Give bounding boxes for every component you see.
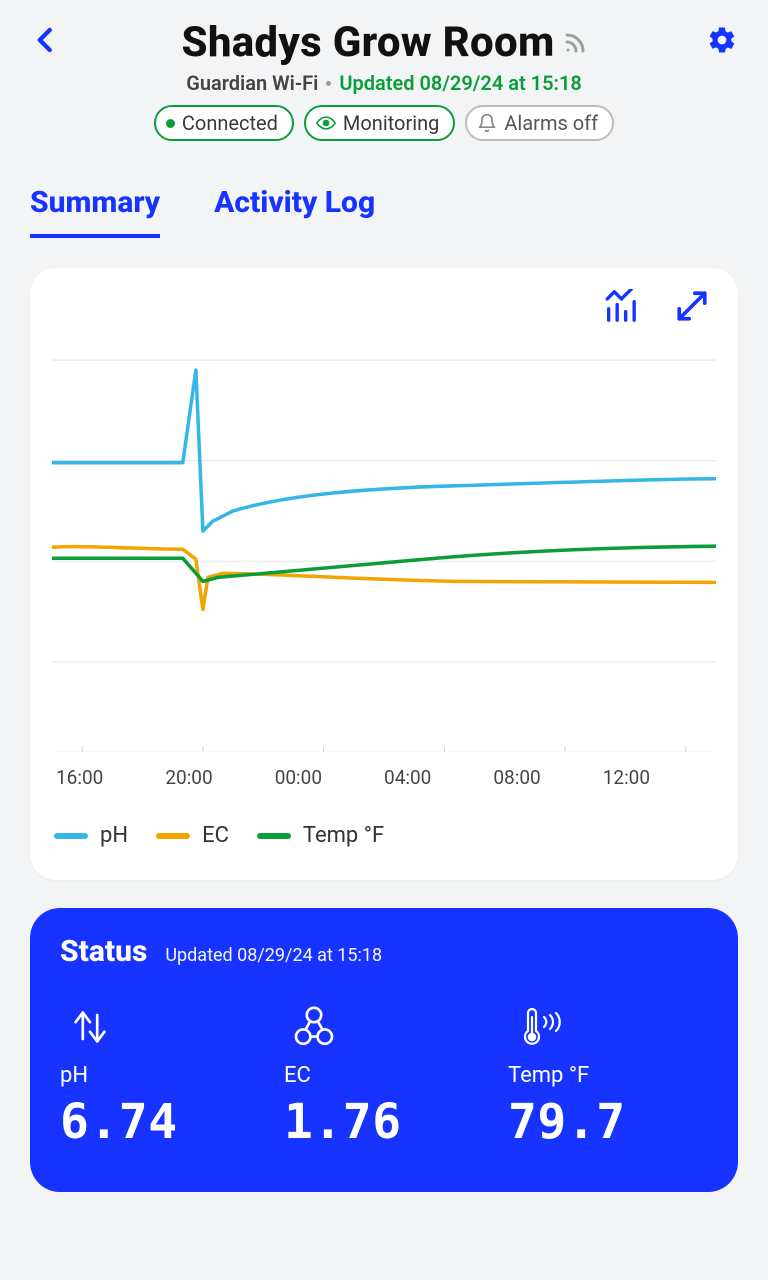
legend-label-temp: Temp °F [303,823,384,848]
badge-alarms-label: Alarms off [504,111,598,135]
series-ec [52,547,716,610]
legend-item-ph[interactable]: pH [54,823,128,848]
swatch-ph [54,833,88,839]
gear-icon [707,25,737,55]
badge-alarms: Alarms off [465,105,614,141]
tab-activity-log[interactable]: Activity Log [214,175,375,238]
device-name: Guardian Wi-Fi [186,71,318,95]
ph-icon [66,1003,114,1051]
x-tick: 08:00 [493,766,602,789]
metric-ec: EC 1.76 [284,999,484,1150]
series-ph [52,370,716,531]
swatch-ec [156,833,190,839]
chart-card: 16:00 20:00 00:00 04:00 08:00 12:00 pH E… [30,268,738,880]
x-tick: 20:00 [165,766,274,789]
x-tick: 12:00 [603,766,712,789]
header-updated: Updated 08/29/24 at 15:18 [339,71,581,95]
back-button[interactable] [24,18,68,62]
separator-dot [326,81,331,86]
chart-legend: pH EC Temp °F [52,789,716,854]
metric-temp: Temp °F 79.7 [508,999,708,1150]
x-tick: 04:00 [384,766,493,789]
status-updated: Updated 08/29/24 at 15:18 [165,945,382,966]
expand-icon [675,289,709,323]
status-title: Status [60,934,147,969]
tabs: Summary Activity Log [0,151,768,238]
eye-icon [316,113,336,133]
chevron-left-icon [31,25,61,55]
metric-ph-label: pH [60,1063,88,1088]
chart-plot[interactable]: 16:00 20:00 00:00 04:00 08:00 12:00 [52,350,716,789]
badge-monitoring: Monitoring [304,105,455,141]
bell-icon [477,113,497,133]
x-tick: 00:00 [275,766,384,789]
chart-icon [603,289,637,323]
expand-button[interactable] [674,288,710,324]
chart-x-axis: 16:00 20:00 00:00 04:00 08:00 12:00 [52,752,716,789]
badge-connected: Connected [154,105,294,141]
x-tick: 16:00 [56,766,165,789]
badge-connected-label: Connected [182,111,278,135]
metric-ph-value: 6.74 [60,1094,178,1150]
metric-temp-label: Temp °F [508,1063,589,1088]
ec-icon [290,1003,338,1051]
thermometer-icon [514,1003,562,1051]
status-card: Status Updated 08/29/24 at 15:18 pH 6.74 [30,908,738,1192]
signal-icon [563,31,587,55]
legend-label-ec: EC [202,823,229,848]
page-title: Shadys Grow Room [181,18,554,67]
metric-ec-label: EC [284,1063,311,1088]
legend-item-ec[interactable]: EC [156,823,229,848]
tab-summary[interactable]: Summary [30,175,160,238]
metric-ph: pH 6.74 [60,999,260,1150]
legend-label-ph: pH [100,823,128,848]
metric-ec-value: 1.76 [284,1094,402,1150]
settings-button[interactable] [700,18,744,62]
chart-type-button[interactable] [602,288,638,324]
metric-temp-value: 79.7 [508,1094,626,1150]
badge-monitoring-label: Monitoring [343,111,439,135]
status-dot-icon [166,119,175,128]
header: Shadys Grow Room Guardian Wi-Fi Updated … [0,0,768,151]
legend-item-temp[interactable]: Temp °F [257,823,384,848]
series-temp [52,546,716,581]
swatch-temp [257,833,291,839]
